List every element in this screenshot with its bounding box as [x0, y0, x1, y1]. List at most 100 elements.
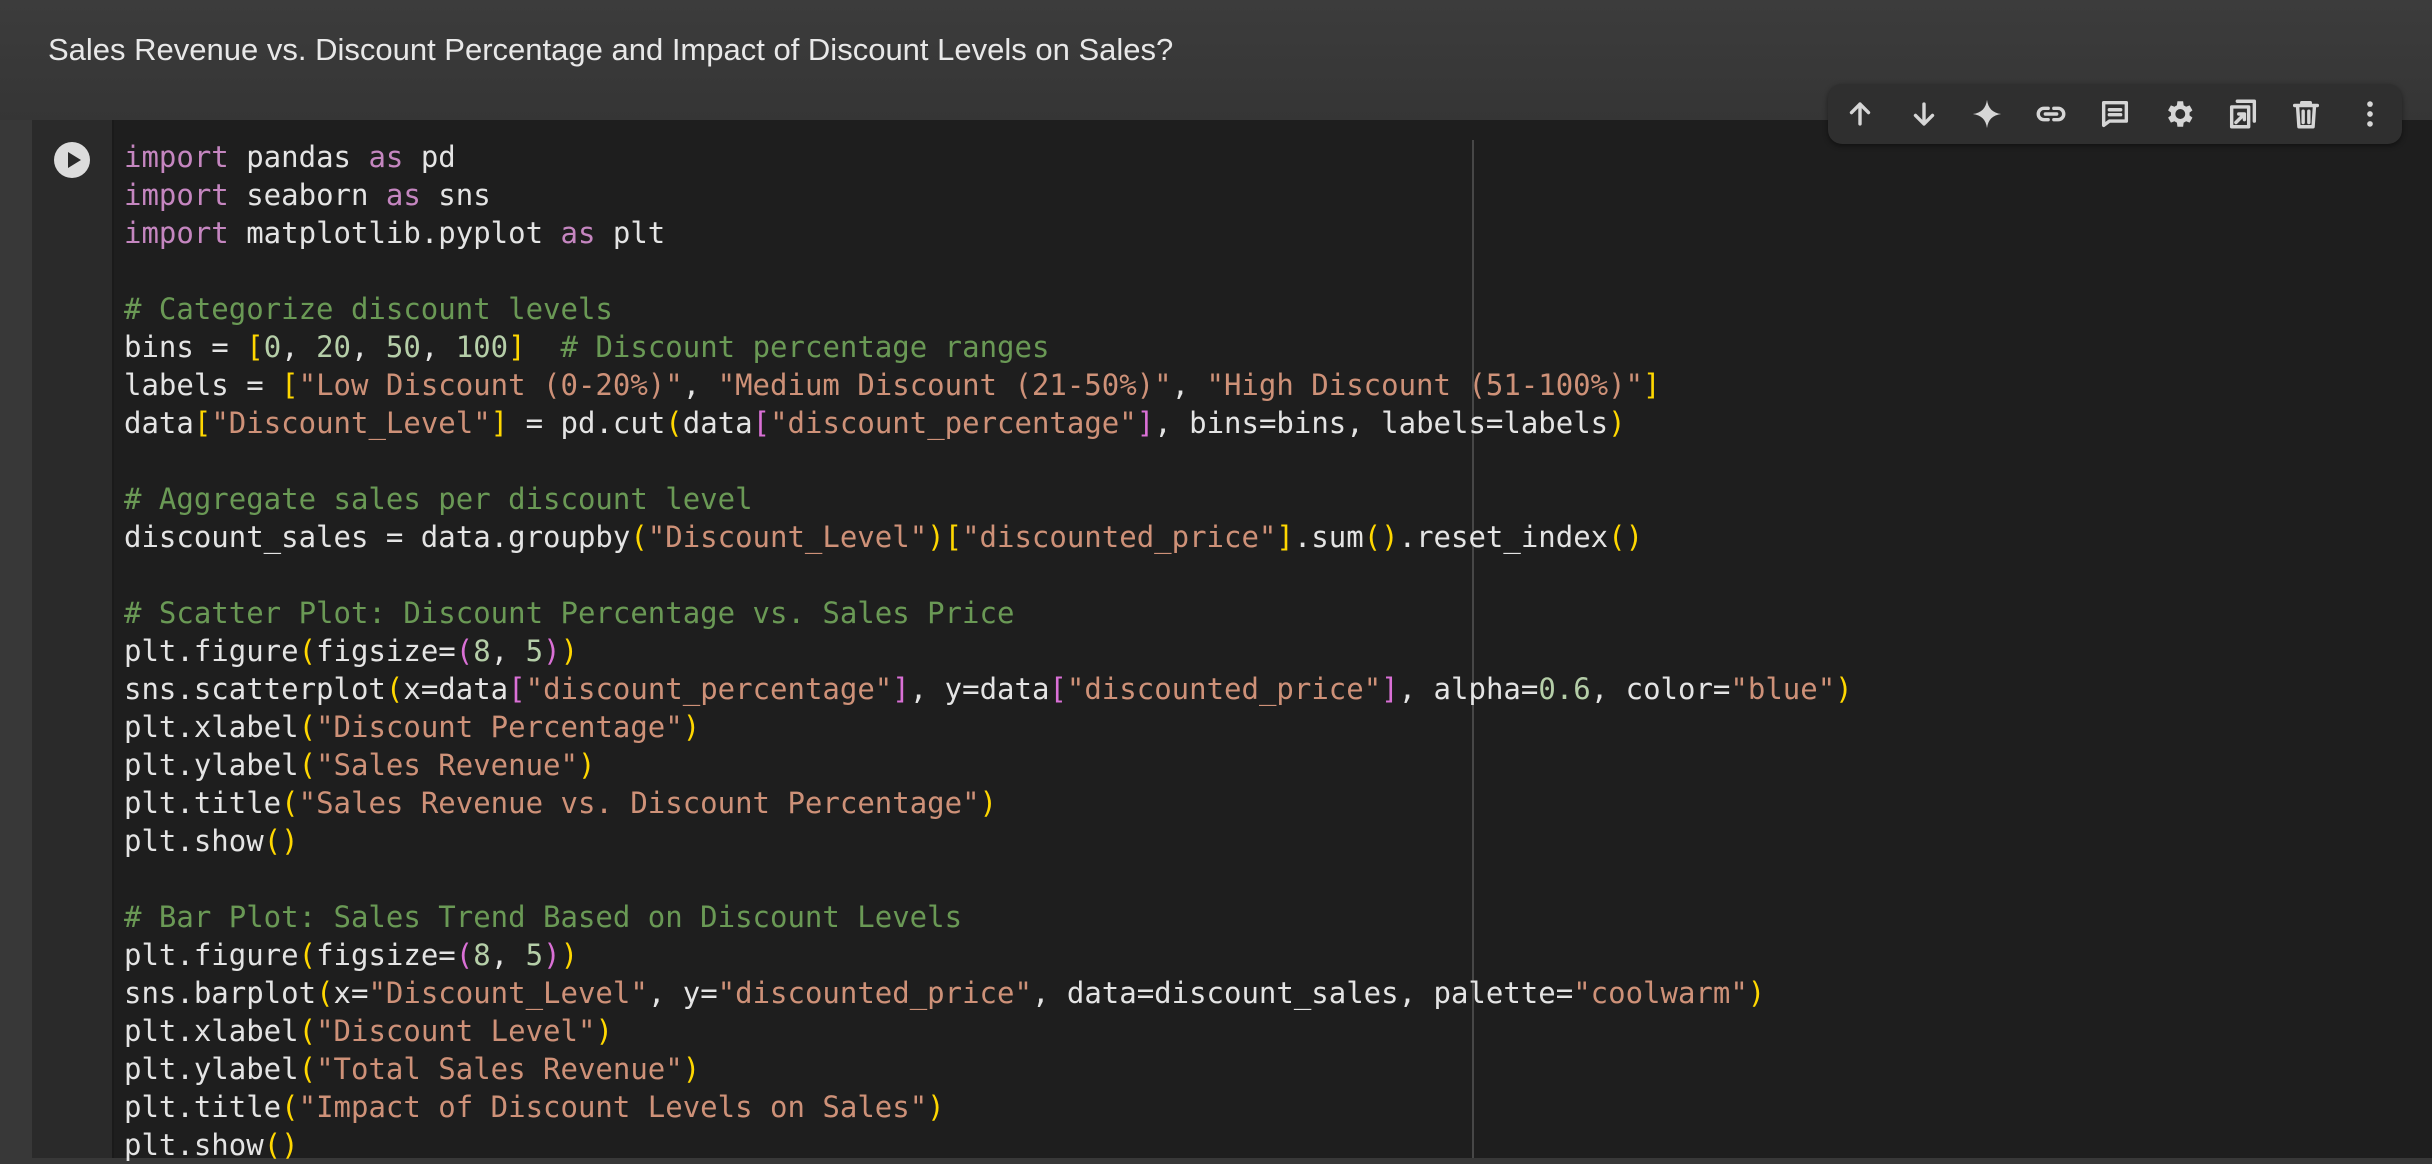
play-icon[interactable]: [52, 140, 92, 180]
code-line: plt.figure(figsize=(8, 5)): [124, 632, 1853, 670]
code-token: ): [543, 938, 561, 972]
arrow-down-icon: [1913, 102, 1934, 126]
code-token: ): [979, 786, 997, 820]
code-token: plt.ylabel: [124, 1052, 299, 1086]
code-token: 50: [385, 330, 421, 364]
move-cell-down-button[interactable]: [1892, 84, 1956, 144]
delete-cell-button[interactable]: [2274, 84, 2338, 144]
code-token: data: [124, 406, 194, 440]
gear-icon: [2167, 101, 2193, 127]
code-token: pandas: [228, 140, 369, 174]
code-token: ]: [1643, 368, 1661, 402]
arrow-up-icon: [1849, 102, 1871, 126]
code-token: (: [316, 976, 334, 1010]
ai-assist-button[interactable]: [1956, 84, 2020, 144]
code-token: pd: [403, 140, 456, 174]
code-token: x=data: [403, 672, 509, 706]
trash-icon: [2293, 100, 2320, 129]
code-line: # Categorize discount levels: [124, 290, 1853, 328]
code-token: as: [368, 140, 404, 174]
code-token: ): [1835, 672, 1853, 706]
code-token: plt.title: [124, 786, 282, 820]
code-token: (): [263, 1128, 299, 1162]
code-token: , bins=bins, labels=labels: [1154, 406, 1609, 440]
code-token: (: [385, 672, 404, 706]
code-token: , y=data: [909, 672, 1050, 706]
code-token: = pd.cut: [508, 406, 666, 440]
code-token: (: [298, 1014, 317, 1048]
code-token: "Sales Revenue vs. Discount Percentage": [298, 786, 980, 820]
code-token: ,: [490, 938, 526, 972]
code-token: "Sales Revenue": [316, 748, 578, 782]
code-token: , alpha=: [1398, 672, 1539, 706]
code-token: ]: [490, 406, 509, 440]
cell-settings-button[interactable]: [2147, 84, 2211, 144]
code-token: "Total Sales Revenue": [316, 1052, 683, 1086]
code-token: [: [193, 406, 212, 440]
code-token: (: [281, 786, 299, 820]
cell-gutter: [32, 120, 112, 1158]
code-token: ): [1747, 976, 1766, 1010]
code-line: plt.xlabel("Discount Level"): [124, 1012, 1853, 1050]
code-token: plt.title: [124, 1090, 282, 1124]
code-token: (: [281, 1090, 299, 1124]
code-token: ): [927, 1090, 945, 1124]
code-token: seaborn: [228, 178, 386, 212]
code-token: 0: [263, 330, 282, 364]
code-token: .reset_index: [1398, 520, 1609, 554]
add-comment-button[interactable]: [2083, 84, 2147, 144]
code-token: (): [1608, 520, 1644, 554]
code-line: import seaborn as sns: [124, 176, 1853, 214]
more-options-button[interactable]: [2338, 84, 2402, 144]
code-line: data["Discount_Level"] = pd.cut(data["di…: [124, 404, 1853, 442]
comment-icon: [2101, 100, 2129, 128]
code-token: # Discount percentage ranges: [560, 330, 1050, 364]
code-token: "discount_percentage": [770, 406, 1137, 440]
code-token: sns: [420, 178, 491, 212]
code-token: "coolwarm": [1573, 976, 1748, 1010]
copy-link-button[interactable]: [2019, 84, 2083, 144]
code-token: ,: [490, 634, 526, 668]
code-token: ]: [508, 330, 526, 364]
code-token: "Discount_Level": [647, 520, 928, 554]
code-token: as: [385, 178, 421, 212]
code-editor[interactable]: import pandas as pd import seaborn as sns…: [124, 138, 1853, 1164]
code-line: plt.ylabel("Sales Revenue"): [124, 746, 1853, 784]
code-token: "Medium Discount (21-50%)": [717, 368, 1172, 402]
code-token: (: [630, 520, 648, 554]
code-token: matplotlib.pyplot: [228, 216, 561, 250]
code-token: labels =: [124, 368, 282, 402]
move-cell-up-button[interactable]: [1828, 84, 1892, 144]
cell-title: Sales Revenue vs. Discount Percentage an…: [48, 32, 1174, 67]
code-line: import pandas as pd: [124, 138, 1853, 176]
code-token: ): [560, 938, 579, 972]
code-token: [: [752, 406, 771, 440]
code-token: ): [927, 520, 945, 554]
code-token: plt.figure: [124, 634, 299, 668]
code-token: "Discount Percentage": [316, 710, 683, 744]
code-line: plt.figure(figsize=(8, 5)): [124, 936, 1853, 974]
code-token: .sum: [1293, 520, 1364, 554]
code-token: 100: [455, 330, 509, 364]
code-token: "discounted_price": [717, 976, 1032, 1010]
code-token: (: [455, 634, 474, 668]
link-icon: [2036, 106, 2066, 122]
code-cell[interactable]: import pandas as pd import seaborn as sns…: [32, 120, 2432, 1162]
code-token: ): [682, 710, 701, 744]
mirror-cell-button[interactable]: [2211, 84, 2275, 144]
code-token: 5: [525, 938, 544, 972]
code-token: (): [263, 824, 299, 858]
code-token: plt.show: [124, 824, 264, 858]
code-token: ,: [281, 330, 317, 364]
code-token: ): [543, 634, 561, 668]
code-token: ]: [1276, 520, 1294, 554]
code-token: (: [298, 1052, 317, 1086]
code-token: sns.scatterplot: [124, 672, 386, 706]
code-token: plt.xlabel: [124, 710, 299, 744]
code-token: import: [124, 216, 229, 250]
code-token: 5: [525, 634, 544, 668]
code-token: [: [508, 672, 526, 706]
code-token: # Categorize discount levels: [124, 292, 613, 326]
code-line: plt.title("Sales Revenue vs. Discount Pe…: [124, 784, 1853, 822]
